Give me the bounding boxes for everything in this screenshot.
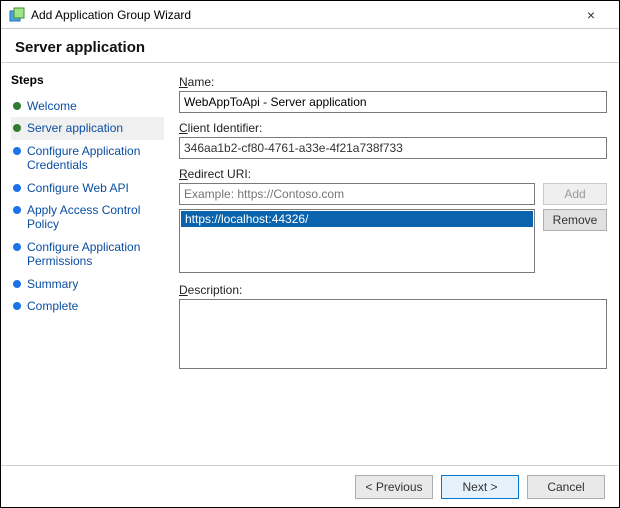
step-configure-web-api[interactable]: Configure Web API <box>11 177 164 199</box>
steps-sidebar: Steps Welcome Server application Configu… <box>1 63 171 465</box>
step-label: Server application <box>27 121 123 135</box>
step-bullet-icon <box>13 243 21 251</box>
steps-heading: Steps <box>11 73 164 87</box>
app-icon <box>9 7 25 23</box>
cancel-button[interactable]: Cancel <box>527 475 605 499</box>
step-label: Welcome <box>27 99 77 113</box>
redirect-uri-list[interactable]: https://localhost:44326/ <box>179 209 535 273</box>
name-input[interactable] <box>179 91 607 113</box>
step-configure-permissions[interactable]: Configure Application Permissions <box>11 236 164 273</box>
client-identifier-input[interactable] <box>179 137 607 159</box>
step-bullet-icon <box>13 102 21 110</box>
step-label: Configure Application Credentials <box>27 144 162 173</box>
page-title: Server application <box>1 29 619 62</box>
step-welcome[interactable]: Welcome <box>11 95 164 117</box>
step-complete[interactable]: Complete <box>11 295 164 317</box>
step-label: Configure Application Permissions <box>27 240 162 269</box>
step-server-application[interactable]: Server application <box>11 117 164 139</box>
step-bullet-icon <box>13 206 21 214</box>
step-label: Apply Access Control Policy <box>27 203 162 232</box>
list-item[interactable]: https://localhost:44326/ <box>181 211 533 227</box>
step-bullet-icon <box>13 302 21 310</box>
window-title: Add Application Group Wizard <box>31 8 571 22</box>
step-configure-credentials[interactable]: Configure Application Credentials <box>11 140 164 177</box>
step-bullet-icon <box>13 147 21 155</box>
step-summary[interactable]: Summary <box>11 273 164 295</box>
step-bullet-icon <box>13 184 21 192</box>
remove-button[interactable]: Remove <box>543 209 607 231</box>
step-access-control-policy[interactable]: Apply Access Control Policy <box>11 199 164 236</box>
step-bullet-icon <box>13 124 21 132</box>
description-label: Description: <box>179 283 607 297</box>
wizard-footer: < Previous Next > Cancel <box>1 465 619 507</box>
client-identifier-label: Client Identifier: <box>179 121 607 135</box>
redirect-uri-label: Redirect URI: <box>179 167 607 181</box>
step-label: Configure Web API <box>27 181 129 195</box>
next-button[interactable]: Next > <box>441 475 519 499</box>
step-label: Complete <box>27 299 78 313</box>
redirect-uri-input[interactable] <box>179 183 535 205</box>
form-area: Name: Client Identifier: Redirect URI: A… <box>171 63 619 465</box>
close-icon[interactable]: × <box>571 7 611 23</box>
name-label: Name: <box>179 75 607 89</box>
step-bullet-icon <box>13 280 21 288</box>
add-button[interactable]: Add <box>543 183 607 205</box>
description-input[interactable] <box>179 299 607 369</box>
previous-button[interactable]: < Previous <box>355 475 433 499</box>
titlebar: Add Application Group Wizard × <box>1 1 619 29</box>
step-label: Summary <box>27 277 78 291</box>
